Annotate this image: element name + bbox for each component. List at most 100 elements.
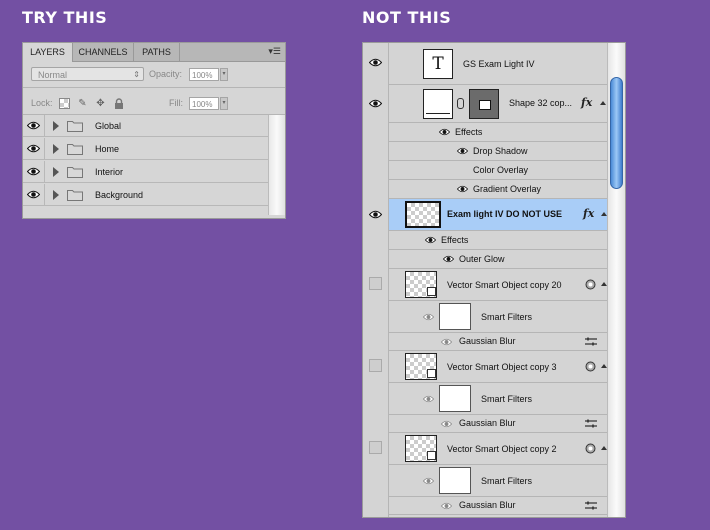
eye-icon[interactable] — [441, 338, 452, 346]
layer-row-shape[interactable]: Shape 32 cop... fx — [389, 85, 609, 123]
smart-object-badge-icon — [427, 287, 436, 296]
filter-mask-thumbnail — [439, 467, 471, 494]
eye-icon — [369, 210, 382, 219]
eye-icon[interactable] — [441, 420, 452, 428]
smart-filter-icon[interactable] — [585, 279, 596, 290]
smart-filters-row[interactable]: Smart Filters — [389, 465, 609, 497]
visibility-toggle[interactable] — [23, 138, 45, 160]
layer-name: Home — [95, 144, 120, 154]
layer-row-interior[interactable]: Interior — [23, 161, 269, 183]
expand-triangle-icon[interactable] — [53, 144, 59, 154]
effects-row[interactable]: Effects — [389, 231, 609, 250]
visibility-toggle[interactable] — [23, 184, 45, 206]
move-icon[interactable]: ✥ — [95, 98, 106, 109]
lock-transparency-icon[interactable] — [59, 98, 70, 109]
effect-row-color-overlay[interactable]: Color Overlay — [389, 161, 609, 180]
opacity-dropdown-icon[interactable]: ▾ — [220, 68, 228, 81]
layers-panel-good: LAYERS CHANNELS PATHS ▾☰ Normal ⇕ Opacit… — [22, 42, 286, 219]
scrollbar-thumb[interactable] — [610, 77, 623, 189]
eye-icon — [369, 99, 382, 108]
tab-layers[interactable]: LAYERS — [23, 43, 73, 62]
layer-name: Background — [95, 190, 144, 200]
fill-label: Fill: — [169, 98, 183, 108]
visibility-checkbox[interactable] — [369, 441, 382, 454]
visibility-toggle[interactable] — [363, 199, 389, 231]
effects-row[interactable]: Effects — [389, 123, 609, 142]
eye-icon[interactable] — [457, 185, 468, 193]
fill-input[interactable]: 100% — [189, 97, 219, 110]
visibility-toggle[interactable] — [363, 433, 389, 517]
try-this-heading: TRY THIS — [22, 8, 108, 27]
effect-row-drop-shadow[interactable]: Drop Shadow — [389, 142, 609, 161]
panel-menu-icon[interactable]: ▾☰ — [268, 46, 281, 57]
layer-name: Global — [95, 121, 122, 131]
layer-row-smart-object[interactable]: Vector Smart Object copy 20 — [389, 269, 609, 301]
vector-mask-thumbnail — [469, 89, 499, 119]
eye-icon — [369, 58, 382, 67]
smart-filters-row[interactable]: Smart Filters — [389, 383, 609, 415]
fx-icon[interactable]: fx — [581, 96, 592, 109]
filter-options-icon[interactable] — [585, 337, 597, 346]
visibility-toggle[interactable] — [363, 43, 389, 85]
opacity-input[interactable]: 100% — [189, 68, 219, 81]
layer-thumbnail — [405, 201, 441, 228]
visibility-toggle[interactable] — [23, 115, 45, 137]
visibility-toggle[interactable] — [23, 161, 45, 183]
scrollbar[interactable] — [607, 43, 625, 517]
effect-row-outer-glow[interactable]: Outer Glow — [389, 250, 609, 269]
effect-name: Drop Shadow — [473, 146, 528, 156]
eye-icon — [27, 144, 40, 153]
text-layer-icon: T — [432, 54, 444, 74]
effect-row-gradient-overlay[interactable]: Gradient Overlay — [389, 180, 609, 199]
layer-row-text[interactable]: T GS Exam Light IV — [389, 43, 609, 85]
visibility-toggle[interactable] — [363, 269, 389, 351]
visibility-checkbox[interactable] — [369, 359, 382, 372]
layer-name: Shape 32 cop... — [509, 98, 573, 108]
filter-row-gaussian-blur[interactable]: Gaussian Blur — [389, 415, 609, 433]
layer-row-background[interactable]: Background — [23, 184, 269, 206]
fill-dropdown-icon[interactable]: ▾ — [220, 97, 228, 110]
layers-panel-bad: T GS Exam Light IV Shape 32 cop... fx Ef… — [362, 42, 626, 518]
scrollbar[interactable] — [268, 115, 285, 215]
filter-row-gaussian-blur[interactable]: Gaussian Blur — [389, 497, 609, 515]
layer-row-smart-object[interactable]: Vector Smart Object copy 2 — [389, 433, 609, 465]
tab-channels[interactable]: CHANNELS — [73, 43, 134, 61]
eye-icon[interactable] — [443, 255, 454, 263]
tab-paths[interactable]: PATHS — [134, 43, 180, 61]
expand-triangle-icon[interactable] — [53, 167, 59, 177]
blend-mode-select[interactable]: Normal ⇕ — [31, 67, 144, 81]
smart-object-badge-icon — [427, 451, 436, 460]
filter-options-icon[interactable] — [585, 501, 597, 510]
fx-icon[interactable]: fx — [583, 207, 594, 220]
expand-triangle-icon[interactable] — [53, 190, 59, 200]
smart-filter-icon[interactable] — [585, 443, 596, 454]
layer-row-smart-object[interactable]: Vector Smart Object copy 3 — [389, 351, 609, 383]
eye-icon[interactable] — [439, 128, 450, 136]
lock-icon[interactable] — [113, 98, 124, 109]
layer-row-selected[interactable]: Exam light IV DO NOT USE fx — [389, 199, 609, 231]
visibility-checkbox[interactable] — [369, 277, 382, 290]
eye-icon[interactable] — [441, 502, 452, 510]
eye-icon[interactable] — [425, 236, 436, 244]
filter-options-icon[interactable] — [585, 419, 597, 428]
layer-row-global[interactable]: Global — [23, 115, 269, 137]
collapse-arrow-icon[interactable] — [600, 101, 606, 105]
effects-label: Effects — [455, 127, 483, 137]
filter-row-gaussian-blur[interactable]: Gaussian Blur — [389, 333, 609, 351]
visibility-toggle[interactable] — [363, 85, 389, 123]
smart-filter-icon[interactable] — [585, 361, 596, 372]
eye-icon[interactable] — [423, 313, 434, 321]
brush-icon[interactable]: ✎ — [77, 98, 88, 109]
opacity-label: Opacity: — [149, 69, 183, 79]
link-icon[interactable] — [457, 98, 464, 109]
expand-triangle-icon[interactable] — [53, 121, 59, 131]
layer-row-home[interactable]: Home — [23, 138, 269, 160]
smart-filters-row[interactable]: Smart Filters — [389, 301, 609, 333]
eye-icon[interactable] — [423, 477, 434, 485]
visibility-toggle[interactable] — [363, 351, 389, 433]
eye-icon — [27, 167, 40, 176]
layer-name: Exam light IV DO NOT USE — [447, 209, 563, 219]
eye-icon[interactable] — [423, 395, 434, 403]
text-layer-thumbnail: T — [423, 49, 453, 79]
eye-icon[interactable] — [457, 147, 468, 155]
